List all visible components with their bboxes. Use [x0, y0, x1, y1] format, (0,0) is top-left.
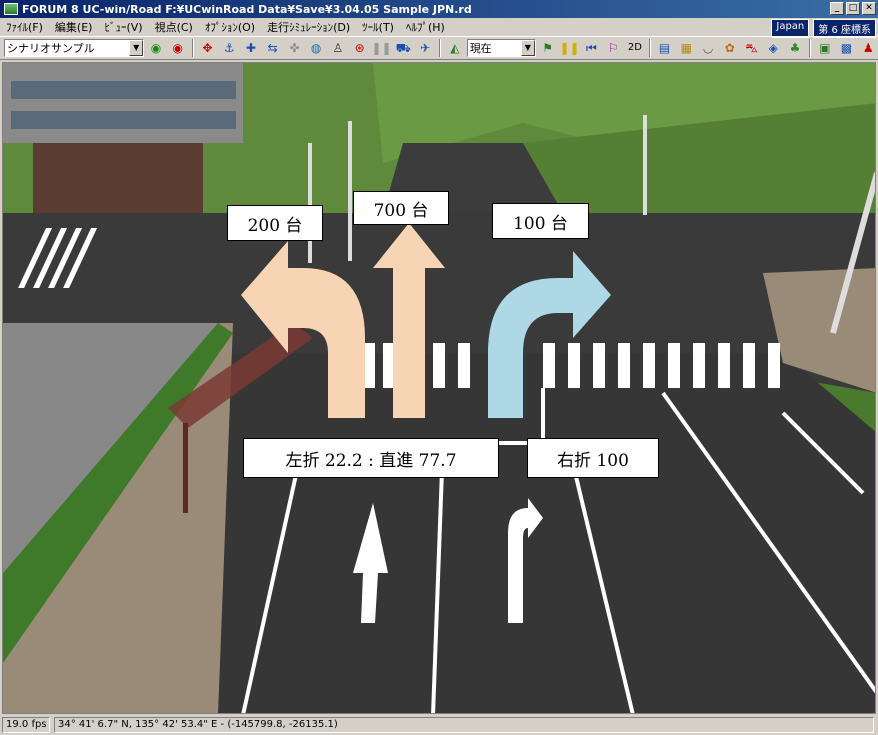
chevron-down-icon[interactable]: ▼	[520, 40, 535, 56]
pin-icon[interactable]: ◈	[763, 38, 783, 58]
scenario-select[interactable]: シナリオサンプル ▼	[4, 39, 145, 57]
road-scene	[3, 63, 875, 713]
title-bar: FORUM 8 UC-win/Road F:¥UCwinRoad Data¥Sa…	[0, 0, 878, 18]
rewind-icon[interactable]: ⏮	[582, 38, 602, 58]
palette-icon[interactable]: ✿	[720, 38, 740, 58]
steering-wheel-icon[interactable]: ⊛	[350, 38, 370, 58]
building-base	[33, 143, 203, 213]
light-pole	[643, 115, 647, 215]
maximize-button[interactable]: □	[846, 2, 860, 15]
app-icon	[4, 3, 18, 15]
straight-count-label: 700 台	[353, 191, 449, 225]
globe-icon[interactable]: ◍	[306, 38, 326, 58]
fps-readout: 19.0 fps	[2, 717, 50, 733]
menu-bar: ﾌｧｲﾙ(F) 編集(E) ﾋﾞｭｰ(V) 視点(C) ｵﾌﾟｼｮﾝ(O) 走行…	[0, 18, 878, 38]
right-count-label: 100 台	[492, 203, 589, 239]
chevron-down-icon[interactable]: ▼	[129, 40, 144, 56]
light-pole	[348, 121, 352, 261]
menu-drive-simulation[interactable]: 走行ｼﾐｭﾚｰｼｮﾝ(D)	[267, 19, 350, 35]
left-count-label: 200 台	[227, 205, 323, 241]
grid-icon[interactable]: ▩	[837, 38, 857, 58]
toolbar-separator	[808, 39, 811, 57]
time-select[interactable]: 現在 ▼	[466, 39, 536, 57]
pause-icon[interactable]: ❚❚	[371, 38, 391, 58]
plan-view-icon[interactable]: ▣	[815, 38, 835, 58]
person-icon[interactable]: ♙	[328, 38, 348, 58]
mode-2d-button[interactable]: 2D	[625, 38, 645, 58]
3d-viewport[interactable]: 200 台 700 台 100 台 左折 22.2 : 直進 77.7 右折 1…	[2, 62, 876, 714]
menu-file[interactable]: ﾌｧｲﾙ(F)	[6, 19, 43, 35]
time-select-value: 現在	[469, 42, 492, 55]
walk-icon[interactable]: ✜	[285, 38, 305, 58]
right-ratio-label: 右折 100	[527, 438, 659, 478]
document-icon[interactable]: ▤	[655, 38, 675, 58]
move-icon[interactable]: ✚	[241, 38, 261, 58]
menu-view[interactable]: ﾋﾞｭｰ(V)	[104, 19, 142, 35]
record-icon[interactable]: ◉	[168, 38, 188, 58]
building-upper	[3, 63, 243, 143]
pan-icon[interactable]: ⇆	[263, 38, 283, 58]
menu-edit[interactable]: 編集(E)	[55, 19, 93, 35]
light-pole	[308, 143, 312, 263]
anchor-icon[interactable]: ⚓	[219, 38, 239, 58]
orbit-icon[interactable]: ✥	[198, 38, 218, 58]
menu-tools[interactable]: ﾂｰﾙ(T)	[362, 19, 394, 35]
left-straight-ratio-label: 左折 22.2 : 直進 77.7	[243, 438, 499, 478]
building-windows	[11, 81, 236, 99]
bus-shelter-post	[183, 423, 188, 513]
figure-icon[interactable]: ♟	[858, 38, 878, 58]
toolbar: シナリオサンプル ▼ ◉ ◉ ✥ ⚓ ✚ ⇆ ✜ ◍ ♙ ⊛ ❚❚ ⛟ ✈ ◭ …	[0, 36, 878, 60]
toolbar-separator	[438, 39, 441, 57]
menu-options[interactable]: ｵﾌﾟｼｮﾝ(O)	[205, 19, 255, 35]
sky-icon[interactable]: ◭	[445, 38, 465, 58]
window-title: FORUM 8 UC-win/Road F:¥UCwinRoad Data¥Sa…	[22, 2, 472, 16]
tree-icon[interactable]: ♣	[785, 38, 805, 58]
map-icon[interactable]: ▦	[676, 38, 696, 58]
vehicle-icon[interactable]: ⛍	[742, 38, 762, 58]
airplane-icon[interactable]: ✈	[415, 38, 435, 58]
coordinate-readout: 34° 41' 6.7" N, 135° 42' 53.4" E - (-145…	[54, 717, 874, 733]
menu-help[interactable]: ﾍﾙﾌﾟ(H)	[406, 19, 445, 35]
scenario-select-value: シナリオサンプル	[7, 42, 95, 55]
building-windows	[11, 111, 236, 129]
main-road	[193, 353, 875, 713]
toolbar-separator	[648, 39, 651, 57]
car-icon[interactable]: ⛟	[393, 38, 413, 58]
flag-icon[interactable]: ⚐	[603, 38, 623, 58]
traffic-signal-icon[interactable]: ⚑	[538, 38, 558, 58]
status-bar: 19.0 fps 34° 41' 6.7" N, 135° 42' 53.4" …	[0, 715, 878, 735]
close-button[interactable]: ✕	[862, 2, 876, 15]
minimize-button[interactable]: _	[830, 2, 844, 15]
road-icon[interactable]: ◡	[698, 38, 718, 58]
play-icon[interactable]: ◉	[146, 38, 166, 58]
menu-camera[interactable]: 視点(C)	[155, 19, 193, 35]
pause-sim-icon[interactable]: ❚❚	[559, 38, 579, 58]
toolbar-separator	[191, 39, 194, 57]
